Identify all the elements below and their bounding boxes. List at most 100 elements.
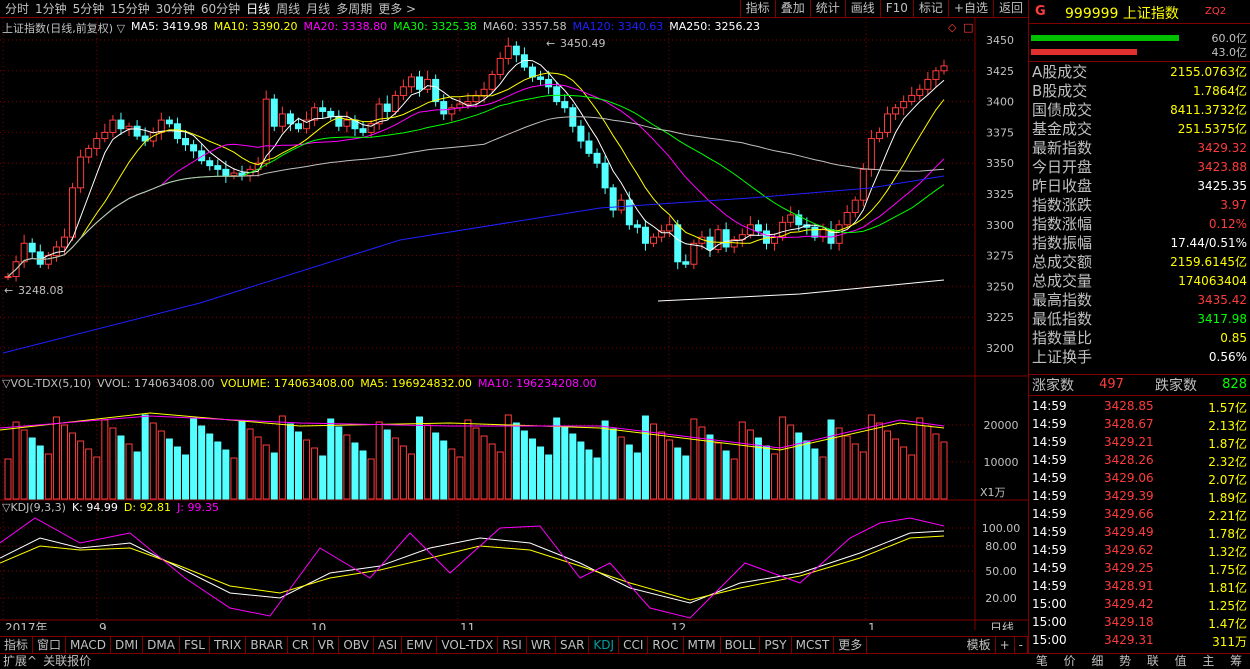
- kdj-indicator-name[interactable]: ▽KDJ(9,3,3): [2, 501, 66, 514]
- panel-tab-3[interactable]: 势: [1119, 654, 1131, 669]
- candle-body: [4, 276, 12, 279]
- stat-value: 2155.0763亿: [1170, 65, 1247, 79]
- panel-tab-0[interactable]: 笔: [1036, 654, 1048, 669]
- indicator-tab-8[interactable]: CR: [288, 637, 314, 653]
- tick-time: 14:59: [1032, 435, 1067, 449]
- tick-price: 3429.39: [1104, 489, 1154, 503]
- panel-tab-5[interactable]: 值: [1175, 654, 1187, 669]
- indicator-tab-7[interactable]: BRAR: [246, 637, 289, 653]
- indicator-tab-24[interactable]: 更多: [834, 637, 868, 653]
- indicator-tab-16[interactable]: SAR: [556, 637, 590, 653]
- indicator-tab-15[interactable]: WR: [527, 637, 557, 653]
- volume-bar: [44, 453, 52, 500]
- tool-button-2[interactable]: 统计: [809, 0, 845, 17]
- stat-label: 指数涨跌: [1032, 196, 1093, 214]
- indicator-tab-6[interactable]: TRIX: [210, 637, 247, 653]
- stat-label: 昨日收盘: [1032, 177, 1093, 195]
- indicator-tab-12[interactable]: EMV: [402, 637, 438, 653]
- tool-button-5[interactable]: 标记: [912, 0, 948, 17]
- indicator-tab-1[interactable]: 窗口: [33, 637, 67, 653]
- panel-tab-6[interactable]: 主: [1202, 654, 1214, 669]
- indicator-tab-5[interactable]: FSL: [180, 637, 210, 653]
- indicator-tab-22[interactable]: PSY: [760, 637, 792, 653]
- panel-tab-4[interactable]: 联: [1147, 654, 1159, 669]
- indicator-tab-20[interactable]: MTM: [684, 637, 721, 653]
- related-quote-button[interactable]: 关联报价: [40, 654, 94, 669]
- period-tab-0[interactable]: 分时: [2, 1, 32, 17]
- volume-bar: [884, 430, 892, 500]
- period-tab-10[interactable]: 更多 >: [375, 1, 419, 17]
- period-tab-5[interactable]: 60分钟: [198, 1, 243, 17]
- candle-body: [601, 162, 609, 189]
- tool-button-7[interactable]: 返回: [992, 0, 1028, 17]
- stat-row: B股成交 1.7864亿: [1029, 81, 1250, 100]
- template-control-1[interactable]: +: [996, 637, 1015, 653]
- tool-button-0[interactable]: 指标: [739, 0, 775, 17]
- chart-title[interactable]: 上证指数(日线,前复权) ▽: [2, 20, 125, 36]
- candle-body: [650, 236, 658, 244]
- volume-bar: [149, 422, 157, 500]
- panel-tab-1[interactable]: 价: [1064, 654, 1076, 669]
- candle-body: [222, 168, 230, 177]
- template-control-2[interactable]: -: [1015, 637, 1028, 653]
- indicator-tab-9[interactable]: VR: [314, 637, 340, 653]
- candle-body: [77, 156, 85, 189]
- period-tab-1[interactable]: 1分钟: [32, 1, 70, 17]
- tick-price: 3428.91: [1104, 579, 1154, 593]
- period-tab-8[interactable]: 月线: [303, 1, 333, 17]
- tick-price: 3429.21: [1104, 435, 1154, 449]
- date-axis-label: 10: [311, 621, 326, 630]
- tool-button-1[interactable]: 叠加: [774, 0, 810, 17]
- indicator-tab-11[interactable]: ASI: [374, 637, 403, 653]
- price-axis-label: 3450: [986, 34, 1014, 47]
- volume-bar: [537, 446, 545, 500]
- tick-volume: 1.89亿: [1208, 491, 1247, 505]
- period-tab-6[interactable]: 日线: [243, 1, 273, 17]
- tool-button-3[interactable]: 画线: [844, 0, 880, 17]
- candle-body: [722, 229, 730, 248]
- panel-tab-2[interactable]: 细: [1091, 654, 1103, 669]
- diamond-icon[interactable]: ◇: [948, 21, 957, 34]
- indicator-tab-13[interactable]: VOL-TDX: [437, 637, 499, 653]
- indicator-tab-14[interactable]: RSI: [498, 637, 527, 653]
- kline-chart[interactable]: 3450 3425 3400 3375 3350 3325 3300 3275 3250 3225…: [0, 18, 1028, 630]
- volume-legend: ▽VOL-TDX(5,10) VVOL: 174063408.00 VOLUME…: [2, 377, 597, 390]
- indicator-tab-23[interactable]: MCST: [792, 637, 835, 653]
- volume-bar: [674, 447, 682, 500]
- volume-bar: [101, 419, 109, 500]
- indicator-tab-2[interactable]: MACD: [66, 637, 112, 653]
- candle-body: [924, 78, 932, 90]
- tool-button-6[interactable]: +自选: [947, 0, 993, 17]
- up-count-value: 497: [1099, 377, 1124, 392]
- tick-time: 15:00: [1032, 633, 1067, 647]
- period-tab-3[interactable]: 15分钟: [107, 1, 152, 17]
- ma20-value: MA20: 3338.80: [303, 20, 388, 33]
- candle-body: [512, 45, 520, 56]
- volume-bar: [117, 435, 125, 500]
- vol-indicator-name[interactable]: ▽VOL-TDX(5,10): [2, 377, 91, 390]
- period-tab-4[interactable]: 30分钟: [153, 1, 198, 17]
- indicator-tab-3[interactable]: DMI: [111, 637, 144, 653]
- tool-button-4[interactable]: F10: [879, 0, 913, 17]
- indicator-tab-0[interactable]: 指标: [0, 637, 34, 653]
- volume-bar: [464, 419, 472, 500]
- period-tab-7[interactable]: 周线: [273, 1, 303, 17]
- close-icon[interactable]: □: [963, 21, 973, 34]
- indicator-tab-21[interactable]: BOLL: [721, 637, 761, 653]
- candle-body: [843, 211, 851, 226]
- period-tab-9[interactable]: 多周期: [333, 1, 375, 17]
- indicator-tab-4[interactable]: DMA: [143, 637, 180, 653]
- period-tab-2[interactable]: 5分钟: [70, 1, 108, 17]
- indicator-tab-10[interactable]: OBV: [339, 637, 374, 653]
- panel-tab-7[interactable]: 筹: [1230, 654, 1242, 669]
- indicator-tab-19[interactable]: ROC: [648, 637, 684, 653]
- expand-button[interactable]: 扩展^: [0, 654, 40, 669]
- stat-label: 国债成交: [1032, 101, 1093, 119]
- indicator-tab-18[interactable]: CCI: [619, 637, 649, 653]
- candle-body: [149, 131, 157, 142]
- tick-time: 14:59: [1032, 561, 1067, 575]
- tick-price: 3428.26: [1104, 453, 1154, 467]
- template-control-0[interactable]: 模板: [963, 637, 996, 653]
- indicator-tab-17[interactable]: KDJ: [589, 637, 620, 653]
- stat-label: 总成交额: [1032, 253, 1093, 271]
